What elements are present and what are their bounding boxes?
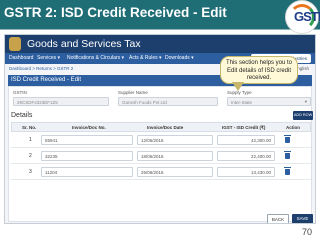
col-sr-no: Sr. No.: [22, 125, 37, 130]
invoice-date-input[interactable]: 18/06/2016: [137, 151, 213, 161]
col-action: Action: [286, 125, 300, 130]
table-header: Sr. No. Invoice/Doc No. Invoice/Doc Date…: [11, 122, 311, 132]
gstin-label: GSTIN: [13, 90, 27, 95]
invoice-no-input[interactable]: 55941: [41, 135, 133, 145]
add-row-button[interactable]: ADD ROW: [293, 111, 313, 120]
delete-icon[interactable]: [284, 151, 291, 159]
delete-icon[interactable]: [284, 167, 291, 175]
table-row: 2 32235 18/06/2016 22,400.00: [11, 149, 311, 164]
col-igst-credit: IGST - ISD Credit (₹): [222, 125, 266, 130]
supply-type-value: Inter-State: [231, 100, 253, 105]
portal-title: Goods and Services Tax: [27, 38, 141, 50]
card-title: ISD Credit Received - Edit: [11, 77, 82, 83]
callout-pointer: [232, 82, 244, 91]
portal-header: Goods and Services Tax: [5, 35, 315, 53]
gstn-logo: GSTN: [285, 0, 320, 34]
nav-acts-rules[interactable]: Acts & Rules ▾: [129, 55, 162, 61]
igst-credit-input[interactable]: 13,430.00: [217, 167, 275, 177]
invoice-date-input[interactable]: 25/06/2016: [137, 167, 213, 177]
table-row: 1 55941 12/06/2016 42,300.00: [11, 133, 311, 148]
callout-note: This section helps you to Edit details o…: [220, 56, 298, 84]
table-row: 3 11204 25/06/2016 13,430.00: [11, 165, 311, 180]
delete-icon[interactable]: [284, 135, 291, 143]
logo-text: GSTN: [294, 9, 320, 24]
chevron-down-icon: ▾: [304, 99, 307, 104]
row-sr-no: 1: [29, 137, 32, 143]
row-sr-no: 3: [29, 169, 32, 175]
slide-header: GSTR 2: ISD Credit Received - Edit GSTN: [0, 0, 320, 34]
emblem-icon: [9, 37, 21, 51]
supplier-name-field[interactable]: Ganesh Foods Pvt Ltd: [118, 97, 218, 106]
nav-notifications[interactable]: Notifications & Circulars ▾: [67, 55, 124, 61]
details-heading: Details: [11, 112, 33, 119]
nav-dashboard[interactable]: Dashboard: [9, 55, 33, 61]
igst-credit-input[interactable]: 22,400.00: [217, 151, 275, 161]
nav-downloads[interactable]: Downloads ▾: [165, 55, 194, 61]
breadcrumb[interactable]: Dashboard > Returns > GSTR 2: [9, 66, 73, 71]
supplier-name-label: Supplier Name: [118, 90, 148, 95]
gstin-field[interactable]: 29CSDF4323EF1Z5: [13, 97, 109, 106]
col-invoice-no: Invoice/Doc No.: [72, 125, 106, 130]
slide-title: GSTR 2: ISD Credit Received - Edit: [4, 5, 227, 20]
save-button[interactable]: SAVE: [292, 214, 313, 223]
nav-services[interactable]: Services ▾: [37, 55, 60, 61]
col-invoice-date: Invoice/Doc Date: [147, 125, 184, 130]
page-number: 70: [302, 227, 313, 237]
invoice-no-input[interactable]: 11204: [41, 167, 133, 177]
invoice-no-input[interactable]: 32235: [41, 151, 133, 161]
invoice-date-input[interactable]: 12/06/2016: [137, 135, 213, 145]
back-button[interactable]: BACK: [267, 214, 289, 223]
row-sr-no: 2: [29, 153, 32, 159]
igst-credit-input[interactable]: 42,300.00: [217, 135, 275, 145]
supply-type-select[interactable]: Inter-State ▾: [227, 97, 311, 106]
